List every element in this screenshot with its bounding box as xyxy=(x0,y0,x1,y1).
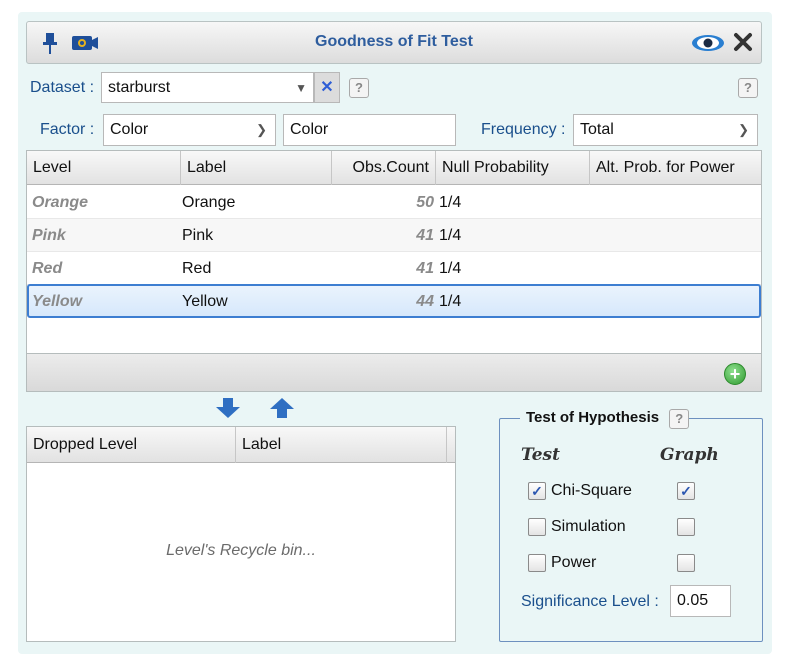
column-header-dropped-level[interactable]: Dropped Level xyxy=(27,427,236,463)
eye-icon[interactable] xyxy=(691,34,725,57)
simulation-test-checkbox[interactable] xyxy=(528,518,546,536)
level-cell: Orange xyxy=(32,194,89,211)
chi-square-graph-checkbox[interactable]: ✓ xyxy=(677,482,695,500)
count-cell: 41 xyxy=(416,227,434,244)
label-cell[interactable]: Red xyxy=(182,252,211,285)
significance-level-input[interactable]: 0.05 xyxy=(670,585,731,617)
move-down-arrow-icon[interactable] xyxy=(215,397,241,424)
hypothesis-title-text: Test of Hypothesis xyxy=(526,409,660,426)
table-row[interactable]: Red Red 41 1/4 xyxy=(27,252,761,285)
factor-label: Factor : xyxy=(40,121,95,138)
frequency-label: Frequency : xyxy=(481,121,566,138)
hypothesis-help-button[interactable]: ? xyxy=(669,409,690,429)
column-header-label[interactable]: Label xyxy=(181,151,332,185)
table-toolbar xyxy=(26,354,762,392)
significance-level-label: Significance Level : xyxy=(521,593,659,610)
count-cell: 44 xyxy=(416,293,434,310)
count-cell: 41 xyxy=(416,260,434,277)
levels-table-header: Level Label Obs.Count Null Probability A… xyxy=(27,151,761,185)
power-graph-checkbox[interactable] xyxy=(677,554,695,572)
dataset-select[interactable]: starburst ▼ xyxy=(101,72,314,103)
dataset-value: starburst xyxy=(108,79,171,96)
recycle-bin-header: Dropped Level Label xyxy=(27,427,455,463)
null-prob-cell[interactable]: 1/4 xyxy=(439,219,461,252)
column-header-null-probability[interactable]: Null Probability xyxy=(436,151,590,185)
power-label: Power xyxy=(551,554,597,571)
graph-column-heading: Graph xyxy=(660,445,719,465)
null-prob-cell[interactable]: 1/4 xyxy=(439,186,461,219)
dataset-help-button[interactable]: ? xyxy=(349,78,369,98)
table-row-selected[interactable]: Yellow Yellow 44 1/4 xyxy=(27,284,761,318)
window-title: Goodness of Fit Test xyxy=(315,33,473,50)
level-cell: Red xyxy=(32,260,63,277)
check-icon: ✓ xyxy=(531,483,543,499)
column-header-alt-prob[interactable]: Alt. Prob. for Power xyxy=(590,151,762,185)
label-cell[interactable]: Pink xyxy=(182,219,213,252)
table-row[interactable]: Pink Pink 41 1/4 xyxy=(27,219,761,252)
frequency-select[interactable]: Total ❯ xyxy=(573,114,758,146)
factor-select[interactable]: Color ❯ xyxy=(103,114,276,146)
null-prob-cell[interactable]: 1/4 xyxy=(439,285,461,318)
level-cell: Yellow xyxy=(32,293,83,310)
dataset-label: Dataset : xyxy=(30,79,95,96)
hypothesis-panel-title: Test of Hypothesis ? xyxy=(520,408,690,429)
close-icon[interactable] xyxy=(733,32,753,57)
column-header-level[interactable]: Level xyxy=(27,151,181,185)
title-bar: Goodness of Fit Test xyxy=(26,21,762,64)
column-header-spacer xyxy=(447,427,459,463)
add-level-button[interactable]: + xyxy=(724,363,746,385)
chi-square-label: Chi-Square xyxy=(551,482,632,499)
clear-icon: ✕ xyxy=(320,79,334,96)
simulation-graph-checkbox[interactable] xyxy=(677,518,695,536)
column-header-obs-count[interactable]: Obs.Count xyxy=(332,151,436,185)
level-cell: Pink xyxy=(32,227,66,244)
simulation-label: Simulation xyxy=(551,518,626,535)
dropdown-arrow-icon: ▼ xyxy=(295,81,307,95)
count-cell: 50 xyxy=(416,194,434,211)
plus-icon: + xyxy=(729,364,741,384)
chi-square-test-checkbox[interactable]: ✓ xyxy=(528,482,546,500)
label-cell[interactable]: Yellow xyxy=(182,285,228,318)
factor-label-input[interactable]: Color xyxy=(283,114,456,146)
label-cell[interactable]: Orange xyxy=(182,186,235,219)
levels-table: Level Label Obs.Count Null Probability A… xyxy=(26,150,762,354)
frequency-value: Total xyxy=(580,121,614,138)
column-header-label[interactable]: Label xyxy=(236,427,447,463)
power-test-checkbox[interactable] xyxy=(528,554,546,572)
factor-value: Color xyxy=(110,121,149,138)
null-prob-cell[interactable]: 1/4 xyxy=(439,252,461,285)
recycle-bin-table: Dropped Level Label Level's Recycle bin.… xyxy=(26,426,456,642)
clear-dataset-button[interactable]: ✕ xyxy=(314,72,340,103)
move-up-arrow-icon[interactable] xyxy=(269,397,295,424)
recycle-bin-empty-message: Level's Recycle bin... xyxy=(166,542,316,559)
help-button[interactable]: ? xyxy=(738,78,758,98)
chevron-down-icon: ❯ xyxy=(738,122,749,137)
table-row[interactable]: Orange Orange 50 1/4 xyxy=(27,186,761,219)
check-icon: ✓ xyxy=(680,483,692,499)
chevron-down-icon: ❯ xyxy=(256,122,267,137)
test-column-heading: Test xyxy=(521,445,560,465)
